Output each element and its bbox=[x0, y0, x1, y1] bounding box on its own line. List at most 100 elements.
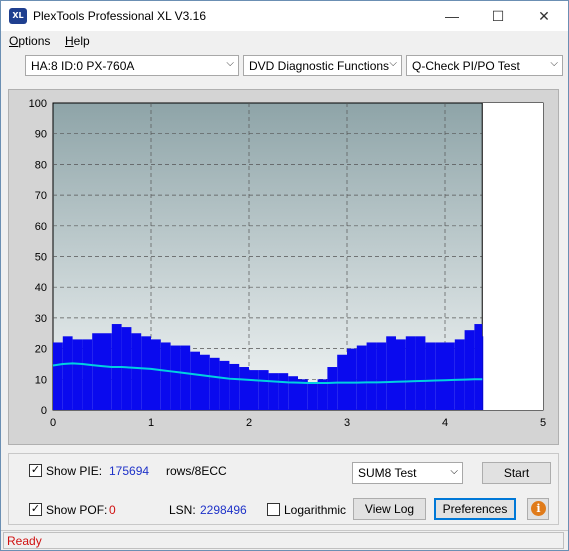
function-select[interactable]: DVD Diagnostic Functions ⌵ bbox=[243, 55, 402, 76]
x-tick-label: 4 bbox=[442, 417, 448, 429]
pie-bar bbox=[200, 354, 210, 410]
pie-bar bbox=[170, 345, 181, 410]
controls-panel: ✓ Show PIE: 175694 rows/8ECC ✓ Show POF:… bbox=[8, 453, 559, 525]
app-logo-icon: XL bbox=[9, 8, 27, 24]
maximize-button[interactable]: ☐ bbox=[475, 1, 521, 31]
show-pof-label: Show POF: bbox=[46, 503, 108, 517]
logarithmic-checkbox[interactable] bbox=[267, 503, 280, 516]
menu-options[interactable]: Options bbox=[9, 34, 50, 48]
minimize-button[interactable]: — bbox=[429, 1, 475, 31]
pie-bar bbox=[376, 342, 387, 410]
test-select-value: Q-Check PI/PO Test bbox=[412, 59, 520, 73]
main-window: XL PlexTools Professional XL V3.16 — ☐ ✕… bbox=[0, 0, 569, 551]
pie-bar bbox=[82, 339, 93, 410]
y-axis-ticks: 0 10 20 30 40 50 60 70 80 90 100 bbox=[29, 98, 47, 417]
pie-bar bbox=[425, 342, 436, 410]
x-tick-label: 2 bbox=[246, 417, 252, 429]
menu-bar: Options Help bbox=[1, 31, 568, 51]
function-select-value: DVD Diagnostic Functions bbox=[249, 59, 390, 73]
close-button[interactable]: ✕ bbox=[521, 1, 567, 31]
mode-select[interactable]: SUM8 Test ⌵ bbox=[352, 462, 463, 484]
pie-bar bbox=[53, 342, 63, 410]
rows-label: rows/8ECC bbox=[166, 464, 227, 478]
y-tick-label: 70 bbox=[35, 190, 47, 202]
info-button[interactable]: i bbox=[527, 498, 549, 520]
view-log-button[interactable]: View Log bbox=[353, 498, 426, 520]
pie-bar bbox=[366, 342, 377, 410]
y-tick-label: 60 bbox=[35, 221, 47, 233]
x-tick-label: 0 bbox=[50, 417, 56, 429]
start-button[interactable]: Start bbox=[482, 462, 551, 484]
chevron-down-icon: ⌵ bbox=[450, 466, 458, 477]
menu-help-label: elp bbox=[73, 34, 90, 48]
chart-panel: 0 1 2 3 4 5 0 10 20 30 40 50 60 70 80 90 100 bbox=[8, 89, 559, 445]
pie-bar bbox=[160, 342, 171, 410]
pie-bar bbox=[454, 339, 465, 410]
show-pie-checkbox[interactable]: ✓ bbox=[29, 464, 42, 477]
x-axis-ticks: 0 1 2 3 4 5 bbox=[50, 417, 546, 429]
menu-help-mnemonic: H bbox=[65, 34, 74, 48]
pie-bar bbox=[102, 333, 112, 410]
pie-bar bbox=[445, 342, 455, 410]
pie-bar bbox=[209, 357, 220, 410]
x-tick-label: 1 bbox=[148, 417, 154, 429]
pie-bar bbox=[307, 382, 318, 410]
pie-bar bbox=[327, 367, 338, 410]
lsn-value: 2298496 bbox=[200, 503, 247, 517]
x-tick-label: 3 bbox=[344, 417, 350, 429]
y-tick-label: 10 bbox=[35, 374, 47, 386]
pie-bar bbox=[482, 336, 484, 410]
pie-bar bbox=[141, 336, 151, 410]
pie-bar bbox=[415, 336, 426, 410]
pie-bar bbox=[92, 333, 102, 410]
chevron-down-icon: ⌵ bbox=[550, 58, 558, 69]
pie-bar bbox=[386, 336, 396, 410]
x-tick-label: 5 bbox=[540, 417, 546, 429]
logarithmic-label: Logarithmic bbox=[284, 503, 347, 517]
pie-bar bbox=[180, 345, 191, 410]
info-icon: i bbox=[531, 501, 546, 516]
lsn-label: LSN: bbox=[169, 503, 196, 517]
y-tick-label: 50 bbox=[35, 252, 47, 264]
menu-help[interactable]: Help bbox=[65, 34, 90, 48]
pie-bar bbox=[151, 339, 161, 410]
pie-bar bbox=[219, 360, 230, 410]
mode-select-value: SUM8 Test bbox=[358, 466, 417, 480]
pie-bar bbox=[464, 330, 475, 410]
chevron-down-icon: ⌵ bbox=[226, 58, 234, 69]
test-select[interactable]: Q-Check PI/PO Test ⌵ bbox=[406, 55, 563, 76]
y-tick-label: 0 bbox=[41, 405, 47, 417]
pof-value: 0 bbox=[109, 503, 116, 517]
y-tick-label: 90 bbox=[35, 129, 47, 141]
pie-bar bbox=[62, 336, 73, 410]
window-title: PlexTools Professional XL V3.16 bbox=[33, 9, 206, 23]
pie-bar bbox=[72, 339, 83, 410]
pie-value: 175694 bbox=[109, 464, 150, 478]
pie-bar bbox=[268, 373, 279, 410]
pie-bar bbox=[258, 370, 269, 410]
pie-bar bbox=[288, 376, 298, 410]
show-pof-checkbox[interactable]: ✓ bbox=[29, 503, 42, 516]
status-panel bbox=[3, 532, 564, 549]
y-tick-label: 40 bbox=[35, 282, 47, 294]
pie-bar bbox=[347, 348, 357, 410]
status-text: Ready bbox=[7, 534, 42, 548]
y-tick-label: 100 bbox=[29, 98, 47, 110]
y-tick-label: 20 bbox=[35, 344, 47, 356]
title-bar: XL PlexTools Professional XL V3.16 — ☐ ✕ bbox=[1, 1, 568, 31]
unused-area bbox=[482, 103, 543, 410]
pie-bar bbox=[190, 351, 200, 410]
menu-options-mnemonic: O bbox=[9, 34, 19, 48]
pie-bar bbox=[131, 333, 142, 410]
drive-select[interactable]: HA:8 ID:0 PX-760A ⌵ bbox=[25, 55, 239, 76]
pie-bar bbox=[474, 324, 483, 410]
pie-bar bbox=[249, 370, 259, 410]
preferences-button[interactable]: Preferences bbox=[434, 498, 516, 520]
pie-bar bbox=[356, 345, 367, 410]
chevron-down-icon: ⌵ bbox=[389, 58, 397, 69]
menu-options-label: ptions bbox=[18, 34, 51, 48]
pie-bar bbox=[435, 342, 445, 410]
pie-bar bbox=[239, 367, 249, 410]
status-bar: Ready bbox=[1, 530, 568, 551]
pie-bar bbox=[278, 373, 289, 410]
